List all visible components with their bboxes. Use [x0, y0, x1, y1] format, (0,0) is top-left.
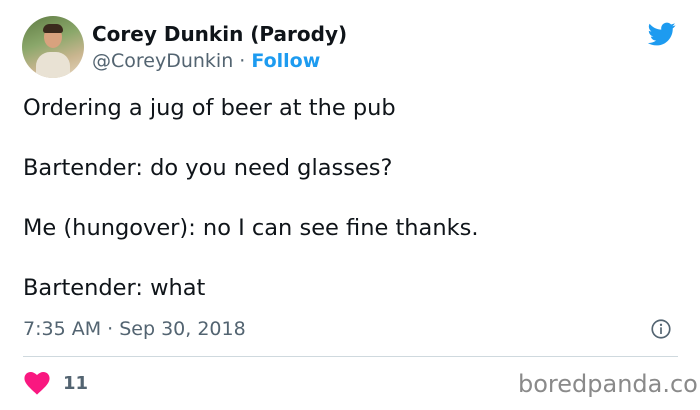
avatar-figure-hair [43, 24, 63, 33]
tweet-line: Ordering a jug of beer at the pub [23, 95, 396, 121]
tweet-body: Ordering a jug of beer at the pub Barten… [23, 94, 683, 334]
tweet-line: Me (hungover): no I can see fine thanks. [23, 215, 479, 241]
tweet-line: Bartender: do you need glasses? [23, 155, 393, 181]
follow-button[interactable]: Follow [251, 50, 320, 72]
info-icon[interactable] [651, 319, 671, 339]
author-avatar[interactable] [22, 16, 84, 78]
twitter-bird-icon[interactable] [646, 20, 678, 48]
like-count[interactable]: 11 [63, 373, 88, 394]
tweet-line: Bartender: what [23, 275, 206, 301]
author-handle-row: @CoreyDunkin · Follow [92, 50, 320, 72]
author-name[interactable]: Corey Dunkin (Parody) [92, 22, 347, 46]
handle-separator: · [233, 50, 252, 72]
tweet-card: Corey Dunkin (Parody) @CoreyDunkin · Fol… [0, 0, 700, 410]
tweet-timestamp[interactable]: 7:35 AM · Sep 30, 2018 [23, 318, 246, 340]
divider [23, 356, 678, 357]
watermark: boredpanda.com [518, 370, 700, 398]
heart-icon[interactable] [24, 372, 50, 395]
avatar-figure-body [36, 52, 70, 78]
author-handle[interactable]: @CoreyDunkin [92, 50, 233, 72]
